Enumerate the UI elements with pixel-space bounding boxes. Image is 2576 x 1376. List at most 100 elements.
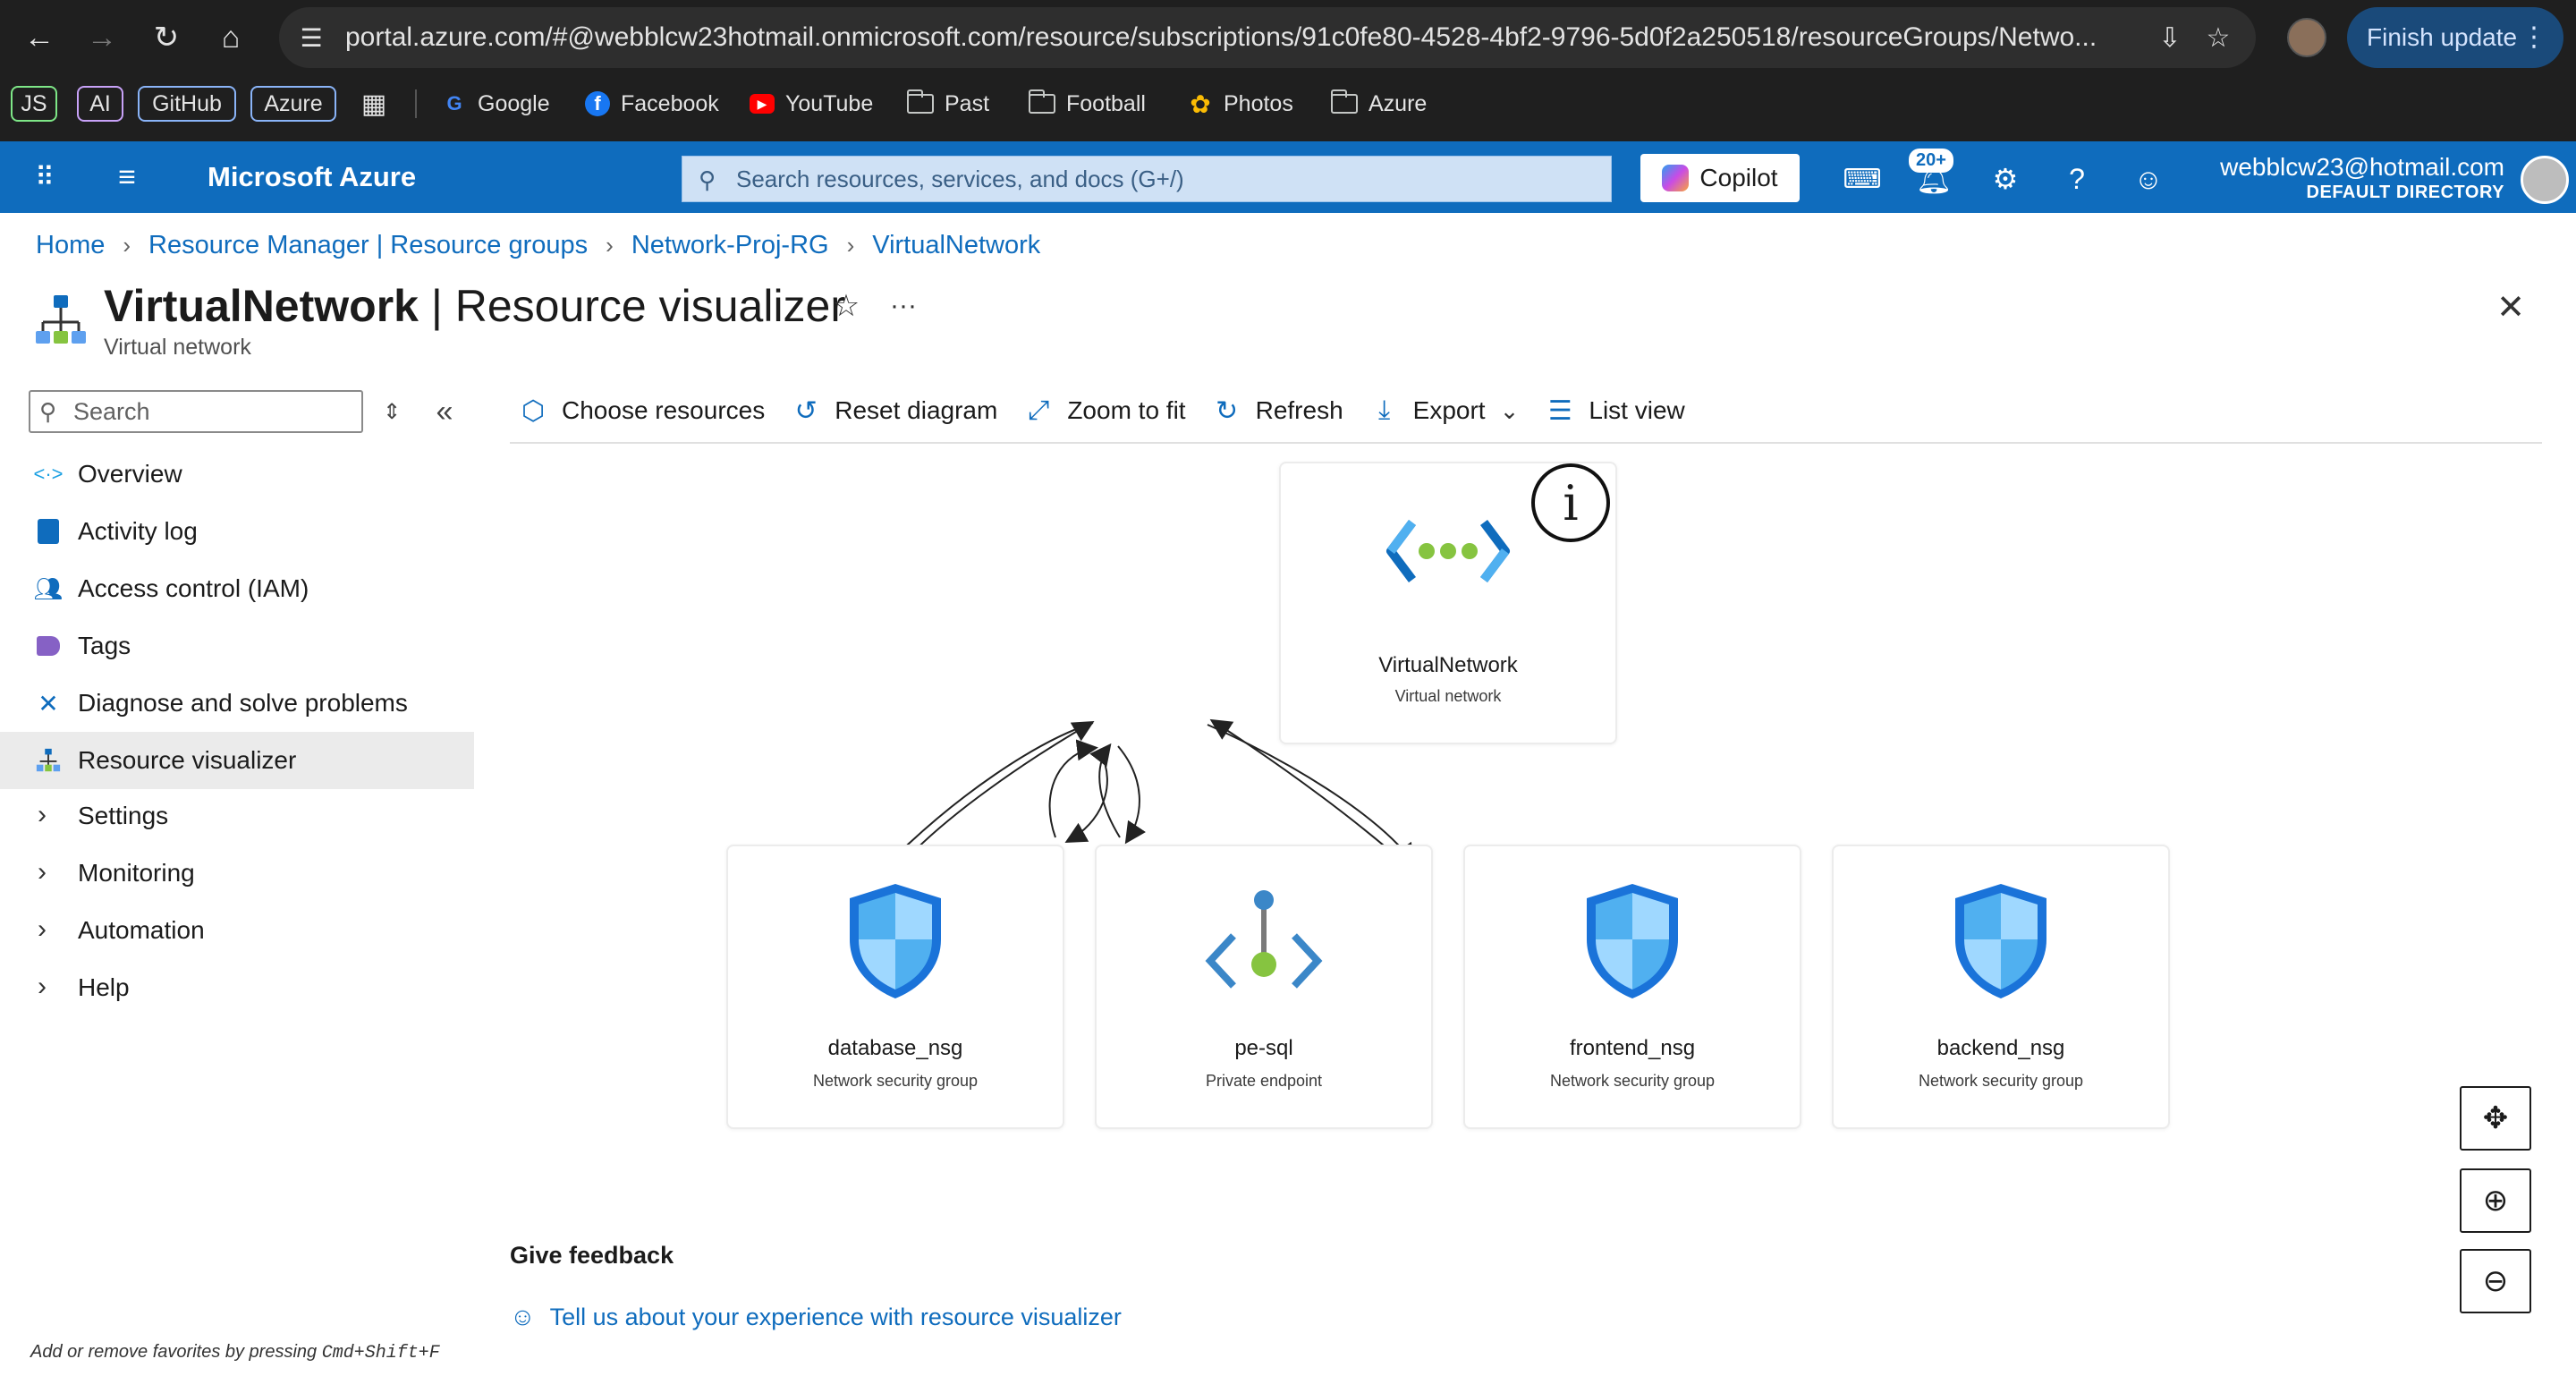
export-button[interactable]: ⤓ Export ⌄ [1370, 395, 1519, 425]
sidebar-item-activity-log[interactable]: Activity log [0, 503, 474, 560]
profile-avatar[interactable] [2287, 18, 2326, 57]
global-search-input[interactable]: ⚲ Search resources, services, and docs (… [682, 156, 1612, 202]
back-icon[interactable]: ← [18, 16, 61, 59]
zoom-out-button[interactable]: ⊖ [2460, 1249, 2531, 1313]
diagram-node-database-nsg[interactable]: database_nsg Network security group [726, 845, 1064, 1129]
azure-brand[interactable]: Microsoft Azure [208, 141, 416, 213]
sidebar-item-label: Settings [78, 802, 169, 829]
bookmark-label: Photos [1224, 90, 1293, 116]
breadcrumb-resource[interactable]: VirtualNetwork [872, 231, 1040, 260]
bookmark-label: YouTube [785, 90, 874, 116]
app-launcher-icon[interactable]: ⠿ [27, 159, 63, 195]
copilot-button[interactable]: Copilot [1640, 154, 1800, 202]
bookmark-js[interactable]: JS [11, 86, 57, 122]
list-view-button[interactable]: ☰ List view [1546, 395, 1685, 426]
diagram-node-frontend-nsg[interactable]: frontend_nsg Network security group [1463, 845, 1801, 1129]
avatar[interactable] [2521, 156, 2569, 204]
forward-icon[interactable]: → [80, 16, 123, 59]
bookmark-youtube[interactable]: ▶ YouTube [750, 79, 873, 129]
sidebar-item-monitoring[interactable]: › Monitoring [0, 845, 474, 902]
cube-icon: ⬡ [521, 395, 546, 426]
bookmark-star-icon[interactable]: ☆ [2200, 20, 2236, 55]
bookmark-facebook[interactable]: f Facebook [585, 79, 719, 129]
favorites-hint-text: Add or remove favorites by pressing [30, 1342, 318, 1362]
apps-grid-icon[interactable]: ▦ [361, 79, 386, 129]
bookmark-folder-past[interactable]: Past [907, 79, 989, 129]
sidebar-item-settings[interactable]: › Settings [0, 787, 474, 845]
bookmark-ai[interactable]: AI [77, 86, 123, 122]
center-diagram-button[interactable]: ✥ [2460, 1086, 2531, 1151]
copilot-icon [1662, 165, 1690, 191]
zoom-out-icon: ⊖ [2482, 1264, 2509, 1298]
sort-icon[interactable]: ⇕ [377, 394, 406, 429]
sidebar-search-input[interactable]: ⚲ Search [29, 390, 363, 433]
shield-icon [1834, 882, 2168, 1000]
search-icon: ⚲ [39, 398, 57, 425]
home-icon[interactable]: ⌂ [209, 16, 252, 59]
feedback-link[interactable]: ☺ Tell us about your experience with res… [510, 1303, 1122, 1331]
feedback-icon[interactable]: ☺ [2129, 159, 2168, 199]
resource-diagram-canvas[interactable]: VirtualNetwork Virtual network i databas… [510, 447, 2549, 1145]
reload-icon[interactable]: ↻ [145, 16, 188, 59]
sidebar-item-tags[interactable]: Tags [0, 617, 474, 675]
sidebar-item-help[interactable]: › Help [0, 959, 474, 1016]
page-subtitle: Virtual network [104, 335, 251, 360]
address-bar[interactable]: ☰ portal.azure.com/#@webblcw23hotmail.on… [279, 7, 2256, 68]
sidebar-item-iam[interactable]: 👥︎ Access control (IAM) [0, 560, 474, 617]
edge-pesql-to-root [1048, 739, 1098, 838]
zoom-in-button[interactable]: ⊕ [2460, 1168, 2531, 1233]
cloud-shell-icon[interactable]: ⌨ [1843, 159, 1882, 199]
chevron-right-icon: › [123, 231, 131, 259]
node-type: Network security group [812, 1072, 979, 1090]
choose-resources-button[interactable]: ⬡ Choose resources [519, 395, 765, 426]
breadcrumb-home[interactable]: Home [36, 231, 105, 260]
breadcrumb-resource-group[interactable]: Network-Proj-RG [631, 231, 829, 260]
refresh-button[interactable]: ↻ Refresh [1213, 396, 1343, 426]
expand-diagonal-icon: ⤢ [1028, 395, 1050, 425]
diagram-node-backend-nsg[interactable]: backend_nsg Network security group [1832, 845, 2170, 1129]
sidebar-item-automation[interactable]: › Automation [0, 902, 474, 959]
zoom-to-fit-button[interactable]: ⤢ Zoom to fit [1024, 395, 1185, 425]
account-menu[interactable]: webblcw23@hotmail.com DEFAULT DIRECTORY [2200, 152, 2504, 203]
resource-visualizer-icon [34, 746, 63, 775]
sidebar-item-label: Monitoring [78, 859, 195, 887]
finish-update-button[interactable]: Finish update ⋮ [2347, 7, 2563, 68]
chevron-right-icon: › [38, 800, 47, 829]
bookmark-folder-azure[interactable]: Azure [1331, 79, 1427, 129]
page-title-resource: VirtualNetwork [104, 281, 419, 331]
node-type: Virtual network [1394, 687, 1502, 705]
sidebar-item-resource-visualizer[interactable]: Resource visualizer [0, 732, 474, 789]
bookmark-google[interactable]: G Google [442, 79, 549, 129]
tag-icon [34, 632, 63, 660]
node-name: frontend_nsg [1569, 1036, 1696, 1060]
portal-menu-icon[interactable]: ≡ [109, 159, 145, 195]
folder-icon [907, 89, 934, 114]
help-icon[interactable]: ? [2057, 159, 2097, 199]
sidebar-item-overview[interactable]: <·> Overview [0, 446, 474, 503]
refresh-label: Refresh [1255, 396, 1343, 424]
list-icon: ☰ [1547, 395, 1572, 426]
bookmark-folder-football[interactable]: Football [1029, 79, 1146, 129]
close-icon[interactable]: ✕ [2490, 286, 2531, 327]
install-app-icon[interactable]: ⇩ [2152, 20, 2188, 55]
bookmark-azure-pill[interactable]: Azure [250, 86, 336, 122]
reset-diagram-button[interactable]: ↺ Reset diagram [792, 396, 998, 426]
sidebar-item-diagnose[interactable]: ✕ Diagnose and solve problems [0, 675, 474, 732]
breadcrumb-resource-groups[interactable]: Resource Manager | Resource groups [148, 231, 588, 260]
bookmark-photos[interactable]: ✿ Photos [1188, 79, 1293, 129]
info-icon[interactable]: i [1531, 463, 1610, 542]
shield-icon [1465, 882, 1800, 1000]
more-options-icon[interactable]: ··· [886, 288, 921, 324]
favorite-star-icon[interactable]: ☆ [828, 288, 864, 324]
folder-icon [1331, 89, 1358, 114]
settings-gear-icon[interactable]: ⚙ [1986, 159, 2025, 199]
diagram-node-pe-sql[interactable]: pe-sql Private endpoint [1095, 845, 1433, 1129]
collapse-sidebar-icon[interactable]: « [429, 394, 460, 429]
address-url[interactable]: portal.azure.com/#@webblcw23hotmail.onmi… [345, 7, 2134, 68]
site-settings-icon[interactable]: ☰ [293, 20, 329, 55]
bookmark-github[interactable]: GitHub [138, 86, 236, 122]
node-type: Network security group [1549, 1072, 1716, 1090]
favorites-shortcut: Cmd+Shift+F [321, 1343, 440, 1363]
bookmark-label: Football [1066, 90, 1146, 116]
azure-header: ⠿ ≡ Microsoft Azure ⚲ Search resources, … [0, 141, 2576, 213]
